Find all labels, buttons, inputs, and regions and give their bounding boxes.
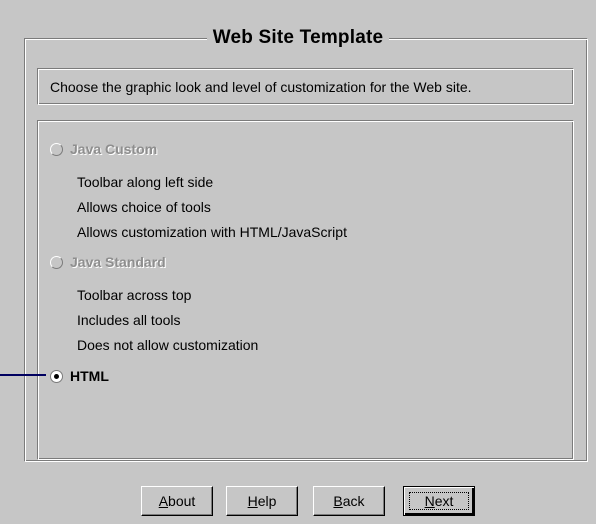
radio-icon-unchecked [50, 255, 63, 269]
about-button[interactable]: About [141, 486, 213, 516]
about-mnemonic: A [158, 493, 169, 509]
help-label: elp [257, 493, 277, 509]
next-label: ext [434, 493, 454, 509]
wizard-dialog: Web Site Template Choose the graphic loo… [0, 0, 596, 524]
back-label: ack [342, 493, 365, 509]
instruction-text: Choose the graphic look and level of cus… [50, 79, 472, 95]
about-label: bout [168, 493, 196, 509]
instruction-box: Choose the graphic look and level of cus… [37, 68, 574, 105]
callout-pointer-line [0, 374, 46, 376]
radio-icon-checked [50, 369, 63, 383]
radio-html[interactable]: HTML [50, 367, 109, 385]
java-custom-desc-1: Toolbar along left side [77, 174, 214, 190]
radio-dot-icon [54, 373, 59, 379]
radio-icon-unchecked [50, 142, 63, 156]
radio-label-html: HTML [70, 368, 109, 384]
java-standard-desc-3: Does not allow customization [77, 337, 259, 353]
radio-java-standard[interactable]: Java Standard [50, 253, 166, 271]
back-button[interactable]: Back [313, 486, 385, 516]
next-button[interactable]: Next [403, 486, 475, 516]
next-mnemonic: N [424, 493, 435, 509]
help-button[interactable]: Help [226, 486, 298, 516]
help-mnemonic: H [247, 493, 258, 509]
back-mnemonic: B [333, 493, 343, 509]
radio-label-java-standard: Java Standard [70, 254, 166, 270]
java-standard-desc-2: Includes all tools [77, 312, 181, 328]
java-standard-desc-1: Toolbar across top [77, 287, 192, 303]
java-custom-desc-3: Allows customization with HTML/JavaScrip… [77, 224, 347, 240]
radio-java-custom[interactable]: Java Custom [50, 140, 157, 158]
java-custom-desc-2: Allows choice of tools [77, 199, 211, 215]
radio-label-java-custom: Java Custom [70, 141, 158, 157]
